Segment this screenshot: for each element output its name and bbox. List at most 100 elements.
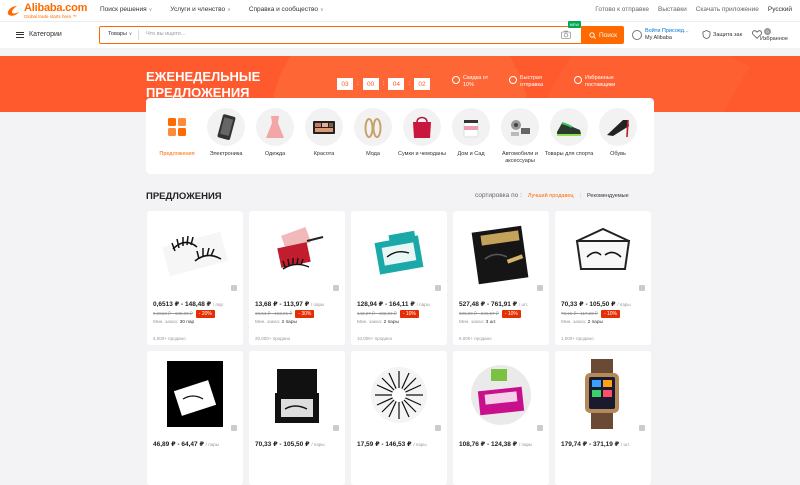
lashes-clear-case-icon xyxy=(563,219,643,289)
search-input[interactable]: Что вы ищете... xyxy=(146,31,186,37)
nav-services-membership[interactable]: Услуги и членство ∨ xyxy=(170,6,231,13)
favorites-link[interactable]: 0 Избранное xyxy=(752,28,788,42)
categories-menu-button[interactable]: Категории xyxy=(16,31,62,38)
price-unit: / пары xyxy=(617,302,631,307)
truck-icon xyxy=(509,76,517,84)
category-beauty[interactable]: Красота xyxy=(299,108,349,158)
product-price: 70,33 ₽ - 105,50 ₽ / пары xyxy=(255,440,325,448)
my-alibaba-link[interactable]: My Alibaba xyxy=(645,35,689,42)
price-range: 179,74 ₽ - 371,19 ₽ xyxy=(561,441,620,448)
phone-icon xyxy=(207,108,245,146)
product-price: 13,68 ₽ - 113,97 ₽ / пары xyxy=(255,300,324,308)
category-clothing[interactable]: Одежда xyxy=(250,108,300,158)
category-auto[interactable]: Автомобили и аксессуары xyxy=(495,108,545,165)
logo-tagline: Global trade starts here.™ xyxy=(24,14,77,19)
product-card[interactable]: 527,48 ₽ - 761,91 ₽ / шт. 586,09 ₽ - 846… xyxy=(453,211,549,345)
heart-icon xyxy=(752,30,762,39)
moq-value: 2 пары xyxy=(587,320,603,325)
link-ready-to-ship[interactable]: Готово к отправке xyxy=(595,6,649,13)
nav-label: Услуги и членство xyxy=(170,6,226,13)
price-range: 46,89 ₽ - 64,47 ₽ xyxy=(153,441,204,448)
price-unit: / пары xyxy=(311,302,325,307)
deals-grid-icon xyxy=(158,108,196,146)
play-icon[interactable] xyxy=(333,285,339,291)
product-card[interactable]: 0,6513 ₽ - 148,48 ₽ / пар 0,6513 ₽ - 185… xyxy=(147,211,243,345)
category-panel: Предложения Электроника Одежда Красота М… xyxy=(146,98,654,174)
lashes-white-box-icon xyxy=(155,359,235,429)
category-home-garden[interactable]: Дом и Сад xyxy=(446,108,496,158)
product-card[interactable]: 179,74 ₽ - 371,19 ₽ / шт. xyxy=(555,351,651,485)
play-icon[interactable] xyxy=(333,425,339,431)
play-icon[interactable] xyxy=(231,425,237,431)
timer-days: 03 xyxy=(337,78,353,90)
category-deals[interactable]: Предложения xyxy=(152,108,202,158)
play-icon[interactable] xyxy=(435,285,441,291)
sort-best-seller[interactable]: Лучший продавец xyxy=(528,193,574,199)
product-price: 0,6513 ₽ - 148,48 ₽ / пар xyxy=(153,300,223,308)
product-price: 17,59 ₽ - 146,53 ₽ / пары xyxy=(357,440,427,448)
play-icon[interactable] xyxy=(639,425,645,431)
link-download-app[interactable]: Скачать приложение xyxy=(696,6,759,13)
handbag-icon xyxy=(403,108,441,146)
account-menu[interactable]: Войти Присоед... My Alibaba xyxy=(632,28,689,42)
search-row: Категории Товары ∨ Что вы ищете... NEW По… xyxy=(0,21,800,48)
product-card[interactable]: 17,59 ₽ - 146,53 ₽ / пары xyxy=(351,351,447,485)
product-card[interactable]: 70,33 ₽ - 105,50 ₽ / пары 78,15 ₽ - 117,… xyxy=(555,211,651,345)
play-icon[interactable] xyxy=(537,285,543,291)
product-card[interactable]: 46,89 ₽ - 64,47 ₽ / пары xyxy=(147,351,243,485)
product-card[interactable]: 128,94 ₽ - 164,11 ₽ / пары 143,27 ₽ - 18… xyxy=(351,211,447,345)
nav-find-solutions[interactable]: Поиск решения ∨ xyxy=(100,6,152,13)
old-price: 586,09 ₽ - 846,57 ₽ xyxy=(459,311,499,316)
high-heel-icon xyxy=(599,108,637,146)
price-unit: / шт. xyxy=(519,302,528,307)
search-type-select[interactable]: Товары ∨ xyxy=(108,31,132,37)
sign-in-link[interactable]: Войти Присоед... xyxy=(645,28,689,35)
product-price: 179,74 ₽ - 371,19 ₽ / шт. xyxy=(561,440,630,448)
order-protection-link[interactable]: Защита зак xyxy=(702,30,742,39)
camera-icon[interactable] xyxy=(561,30,571,39)
top-links: Готово к отправке Выставки Скачать прило… xyxy=(595,6,792,13)
car-parts-icon xyxy=(501,108,539,146)
min-order: Мин. заказ: 3 шт. xyxy=(459,320,496,325)
supplier-badge-icon xyxy=(574,76,582,84)
lashes-icon xyxy=(155,219,235,289)
feature-line: 10% xyxy=(463,82,475,88)
price-range: 17,59 ₽ - 146,53 ₽ xyxy=(357,441,412,448)
chevron-down-icon: ∨ xyxy=(319,7,324,13)
category-label: Одежда xyxy=(264,151,286,157)
moq-label: Мин. заказ: xyxy=(357,320,383,325)
category-electronics[interactable]: Электроника xyxy=(201,108,251,158)
moq-value: 2 пары xyxy=(383,320,399,325)
price-unit: / шт. xyxy=(621,442,630,447)
product-price: 527,48 ₽ - 761,91 ₽ / шт. xyxy=(459,300,528,308)
play-icon[interactable] xyxy=(231,285,237,291)
play-icon[interactable] xyxy=(639,285,645,291)
sold-count: 6,000+ продано xyxy=(459,336,492,341)
category-label: Дом и Сад xyxy=(457,151,485,157)
search-button[interactable]: Поиск xyxy=(582,26,624,44)
moq-value: 30 пар xyxy=(179,320,195,325)
category-bags[interactable]: Сумки и чемоданы xyxy=(397,108,447,158)
category-shoes[interactable]: Обувь xyxy=(593,108,643,158)
min-order: Мин. заказ: 2 пары xyxy=(561,320,603,325)
nav-help-community[interactable]: Справка и сообщество ∨ xyxy=(249,6,324,13)
category-fashion[interactable]: Мода xyxy=(348,108,398,158)
old-price: 19,54 ₽ - 162,81 ₽ xyxy=(255,311,293,316)
language-selector[interactable]: Русский xyxy=(768,6,792,13)
category-sports[interactable]: Товары для спорта xyxy=(544,108,594,158)
link-trade-shows[interactable]: Выставки xyxy=(658,6,687,13)
category-label: Предложения xyxy=(159,151,195,157)
product-card[interactable]: 70,33 ₽ - 105,50 ₽ / пары xyxy=(249,351,345,485)
countdown-timer: 03: 00: 04: 02 xyxy=(337,78,431,90)
alibaba-logo[interactable]: Alibaba.com Global trade starts here.™ xyxy=(6,3,87,21)
product-card[interactable]: 13,68 ₽ - 113,97 ₽ / пары 19,54 ₽ - 162,… xyxy=(249,211,345,345)
sort-recommended[interactable]: Рекомендуемые xyxy=(587,193,629,199)
chevron-down-icon: ∨ xyxy=(148,7,153,13)
price-range: 108,76 ₽ - 124,38 ₽ xyxy=(459,441,518,448)
product-card[interactable]: 108,76 ₽ - 124,38 ₽ / пары xyxy=(453,351,549,485)
price-range: 0,6513 ₽ - 148,48 ₽ xyxy=(153,301,212,308)
search-box: Товары ∨ Что вы ищете... NEW xyxy=(99,21,582,44)
timer-minutes: 04 xyxy=(388,78,405,90)
play-icon[interactable] xyxy=(435,425,441,431)
play-icon[interactable] xyxy=(537,425,543,431)
